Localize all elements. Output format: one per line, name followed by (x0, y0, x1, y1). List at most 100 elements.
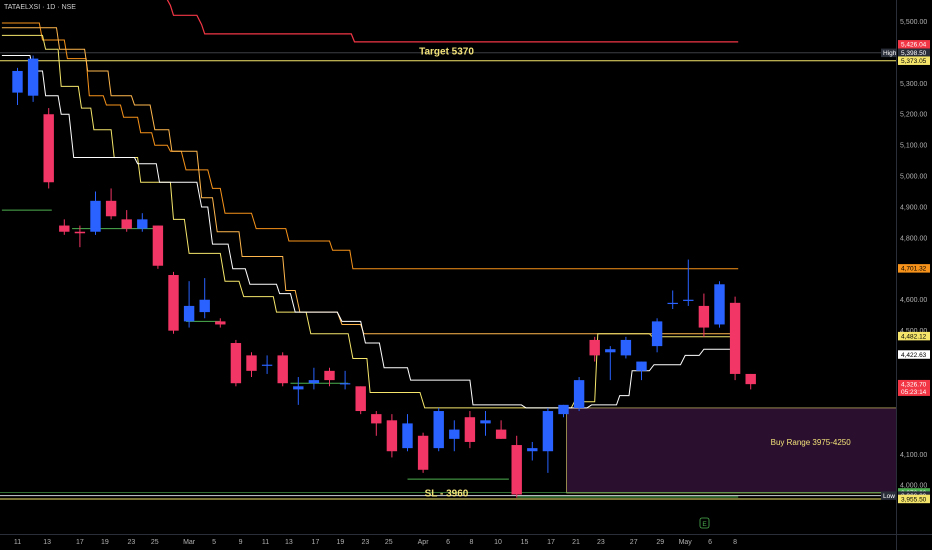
x-tick-label: 10 (494, 539, 502, 546)
y-tick-label: 5,300.00 (900, 81, 927, 88)
price-tag-side-label: High (883, 50, 897, 57)
candle-body (90, 200, 101, 232)
x-tick-label: 29 (656, 539, 664, 546)
candle-body (620, 339, 632, 356)
candle-body (417, 435, 429, 470)
candle (293, 377, 304, 405)
candle-body (745, 373, 756, 385)
candle-body (729, 302, 741, 374)
x-tick-label: 17 (312, 539, 320, 546)
x-tick-label: Mar (183, 539, 196, 546)
candle (729, 296, 741, 381)
candle-body (183, 305, 195, 322)
x-tick-label: 15 (521, 539, 529, 546)
candle (215, 318, 226, 328)
candle-body (43, 114, 54, 183)
plot-group: Buy Range 3975-4250 Target 5370 SL - 3960 (0, 0, 896, 500)
candle-body (199, 299, 210, 313)
x-tick-label: 17 (76, 539, 84, 546)
candle (464, 411, 476, 449)
candle (527, 441, 538, 461)
candle-body (308, 380, 320, 384)
price-tag-value: 5,426.04 (901, 42, 927, 49)
candle (12, 67, 23, 105)
candle-body (683, 299, 694, 301)
x-tick-label: 25 (151, 539, 159, 546)
candle-body (324, 370, 335, 381)
candle-body (511, 445, 522, 495)
y-tick-label: 4,600.00 (900, 297, 927, 304)
candle-body (433, 411, 444, 449)
y-tick-label: 4,100.00 (900, 452, 927, 459)
candle-body (277, 355, 288, 384)
candle (651, 318, 663, 353)
candlestick-chart[interactable]: Buy Range 3975-4250 Target 5370 SL - 3960 E… (0, 0, 932, 550)
y-tick-label: 4,900.00 (900, 204, 927, 211)
price-tag: 5,373.05 (898, 56, 930, 65)
price-tag-value: 3,955.50 (901, 496, 927, 503)
candle (230, 339, 242, 387)
candle (27, 55, 39, 102)
price-tag: 5,426.04 (898, 40, 930, 49)
x-tick-label: 6 (708, 539, 712, 546)
x-tick-label: 13 (285, 539, 293, 546)
candle-body (667, 302, 678, 305)
y-tick-label: 5,200.00 (900, 112, 927, 119)
price-tag: 4,482.12 (898, 331, 930, 340)
candle (667, 290, 678, 310)
candle (168, 271, 179, 334)
price-tag: 3,955.50 (898, 494, 930, 503)
price-tag-value: 4,482.12 (901, 333, 927, 340)
x-tick-label: 27 (630, 539, 638, 546)
x-tick-label: 23 (597, 539, 605, 546)
candle-body (495, 429, 507, 439)
candle (714, 281, 725, 328)
price-tag-countdown: 05:23:14 (901, 389, 927, 396)
price-tag: 4,326.7005:23:14 (898, 379, 930, 396)
candle (589, 336, 600, 362)
price-tag-value: 4,326.70 (901, 382, 927, 389)
x-tick-label: 21 (572, 539, 580, 546)
candle (636, 361, 647, 381)
x-tick-label: 8 (733, 539, 737, 546)
x-tick-label: 13 (43, 539, 51, 546)
candle-body (230, 343, 242, 384)
time-axis: 11 13 17 19 23 25 Mar 5 9 11 13 17 19 23 25 Apr 6 8 10 15 17… (0, 534, 932, 546)
candle-body (386, 420, 398, 452)
candle-body (527, 448, 538, 452)
candle (355, 386, 366, 415)
buy-range-label: Buy Range 3975-4250 (771, 438, 852, 447)
candle-body (542, 411, 554, 452)
buy-range-zone (566, 407, 896, 494)
candle (417, 432, 429, 473)
x-tick-label: 17 (547, 539, 555, 546)
candle-body (698, 305, 710, 328)
candle (59, 219, 70, 235)
candle (433, 407, 444, 452)
price-tag: 4,701.32 (898, 264, 930, 273)
x-tick-label: 11 (14, 539, 21, 546)
candle (605, 346, 616, 381)
chart-area[interactable]: TATAELXSI · 1D · NSE Buy Range 3975-4250… (0, 0, 932, 550)
price-tag: 5,398.50 High (881, 48, 930, 57)
candle (495, 420, 507, 439)
stop-loss-label: SL - 3960 (425, 488, 469, 499)
candle-body (137, 219, 148, 229)
candle-body (246, 355, 257, 371)
candle-body (261, 364, 273, 366)
candle-body (168, 275, 179, 331)
y-tick-label: 4,800.00 (900, 235, 927, 242)
price-tag-value: 5,398.50 (901, 50, 927, 57)
x-tick-label: Apr (418, 539, 430, 546)
target-label: Target 5370 (419, 46, 474, 57)
candle (339, 370, 351, 390)
candle (183, 281, 195, 328)
candle (199, 278, 210, 319)
candle-body (355, 386, 366, 412)
x-tick-label: 25 (385, 539, 393, 546)
candle-body (480, 420, 491, 424)
candle-body (651, 321, 663, 347)
candle (386, 414, 398, 458)
candle-body (714, 284, 725, 325)
candle (261, 355, 273, 374)
